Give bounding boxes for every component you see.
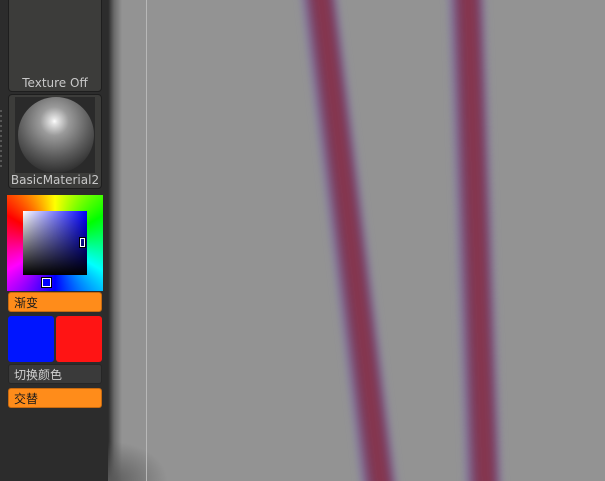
material-sphere-icon — [18, 97, 94, 173]
material-slot[interactable]: BasicMaterial2 — [8, 94, 102, 189]
brush-stroke — [299, 0, 399, 481]
left-tool-panel: Texture Off BasicMaterial2 渐变 切换颜色 交替 — [0, 0, 108, 481]
canvas-corner-shadow — [108, 441, 168, 481]
gradient-button[interactable]: 渐变 — [8, 292, 102, 312]
brush-stroke — [447, 0, 503, 481]
document-canvas[interactable] — [108, 0, 605, 481]
material-preview — [15, 97, 95, 173]
main-color-swatch[interactable] — [8, 316, 54, 362]
texture-slot-label: Texture Off — [22, 76, 88, 90]
saturation-value-cursor[interactable] — [79, 237, 86, 248]
panel-resize-handle[interactable] — [0, 110, 2, 170]
alternate-button[interactable]: 交替 — [8, 388, 102, 408]
hue-cursor[interactable] — [41, 277, 52, 288]
secondary-color-swatch[interactable] — [56, 316, 102, 362]
material-slot-label: BasicMaterial2 — [10, 173, 100, 187]
texture-slot[interactable]: Texture Off — [8, 0, 102, 92]
color-picker[interactable] — [7, 195, 103, 291]
swap-color-button[interactable]: 切换颜色 — [8, 364, 102, 384]
canvas-edge-shadow — [108, 0, 122, 481]
saturation-value-square[interactable] — [23, 211, 87, 275]
canvas-guide-line — [146, 0, 147, 481]
